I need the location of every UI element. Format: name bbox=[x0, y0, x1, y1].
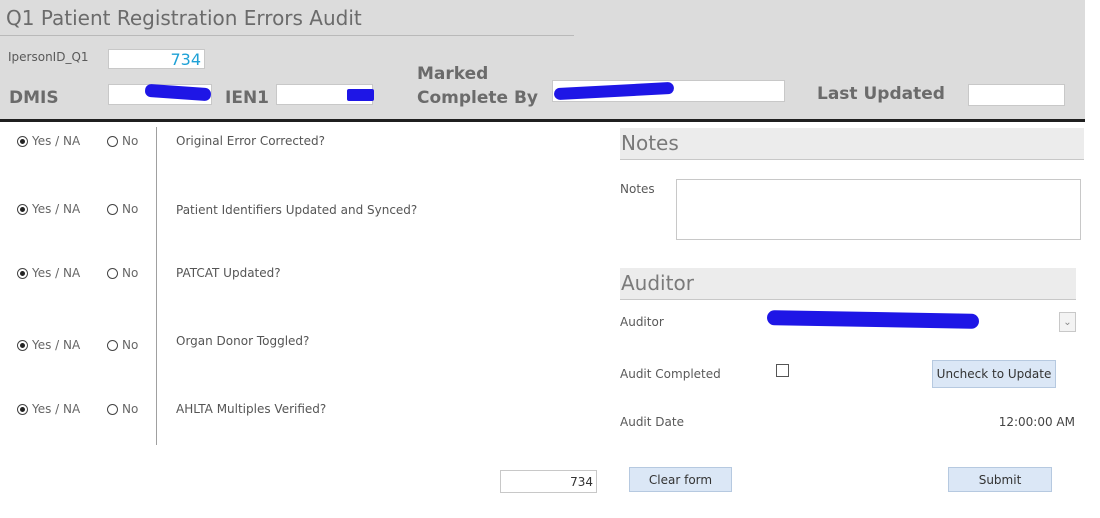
q5-yes-option[interactable]: Yes / NA bbox=[17, 401, 80, 417]
ipersonid-value: 734 bbox=[170, 50, 201, 69]
q4-yes-radio[interactable] bbox=[17, 339, 28, 351]
q5-yes-radio[interactable] bbox=[17, 403, 28, 415]
last-updated-field[interactable] bbox=[968, 84, 1065, 106]
q4-question: Organ Donor Toggled? bbox=[176, 334, 310, 348]
q4-no-label: No bbox=[122, 338, 139, 352]
auditor-label: Auditor bbox=[620, 315, 664, 329]
header-divider bbox=[0, 119, 1085, 122]
audit-date-label: Audit Date bbox=[620, 415, 684, 429]
uncheck-to-update-button[interactable]: Uncheck to Update bbox=[932, 360, 1056, 388]
q2-no-label: No bbox=[122, 202, 139, 216]
audit-date-value: 12:00:00 AM bbox=[998, 415, 1075, 429]
q4-yes-option[interactable]: Yes / NA bbox=[17, 337, 80, 353]
q3-yes-radio[interactable] bbox=[17, 267, 28, 279]
ipersonid-label: IpersonID_Q1 bbox=[8, 50, 89, 64]
q2-yes-label: Yes / NA bbox=[32, 202, 81, 216]
audit-completed-label: Audit Completed bbox=[620, 367, 721, 381]
ien1-redaction bbox=[347, 89, 374, 101]
q4-yes-label: Yes / NA bbox=[32, 338, 81, 352]
q1-yes-radio[interactable] bbox=[17, 135, 28, 147]
last-updated-label: Last Updated bbox=[817, 84, 945, 104]
audit-completed-checkbox[interactable] bbox=[776, 364, 789, 377]
marked-complete-label-2: Complete By bbox=[417, 88, 539, 108]
q1-no-label: No bbox=[122, 134, 139, 148]
marked-complete-label-1: Marked bbox=[417, 64, 489, 84]
ien1-label: IEN1 bbox=[225, 88, 269, 108]
q2-no-option[interactable]: No bbox=[107, 201, 138, 217]
q2-yes-option[interactable]: Yes / NA bbox=[17, 201, 80, 217]
q3-question: PATCAT Updated? bbox=[176, 266, 281, 280]
record-id-value: 734 bbox=[570, 475, 593, 489]
submit-button[interactable]: Submit bbox=[948, 467, 1052, 492]
q1-no-option[interactable]: No bbox=[107, 133, 138, 149]
q2-yes-radio[interactable] bbox=[17, 203, 28, 215]
title-underline bbox=[0, 35, 574, 36]
questions-divider bbox=[156, 127, 157, 445]
q2-no-radio[interactable] bbox=[107, 203, 118, 215]
q1-yes-label: Yes / NA bbox=[32, 134, 81, 148]
auditor-heading: Auditor bbox=[620, 268, 1076, 300]
q2-question: Patient Identifiers Updated and Synced? bbox=[176, 203, 418, 217]
chevron-down-icon[interactable]: ⌄ bbox=[1059, 312, 1076, 332]
notes-label: Notes bbox=[620, 182, 655, 196]
ipersonid-field[interactable]: 734 bbox=[108, 49, 205, 69]
q1-no-radio[interactable] bbox=[107, 135, 118, 147]
q5-no-radio[interactable] bbox=[107, 403, 118, 415]
auditor-redaction bbox=[766, 310, 980, 329]
record-id-field[interactable]: 734 bbox=[500, 470, 597, 493]
q3-no-label: No bbox=[122, 266, 139, 280]
q3-no-radio[interactable] bbox=[107, 267, 118, 279]
q5-yes-label: Yes / NA bbox=[32, 402, 81, 416]
notes-textarea[interactable] bbox=[676, 179, 1081, 240]
q3-no-option[interactable]: No bbox=[107, 265, 138, 281]
q5-no-label: No bbox=[122, 402, 139, 416]
notes-heading: Notes bbox=[620, 128, 1084, 160]
clear-form-button[interactable]: Clear form bbox=[629, 467, 732, 492]
dmis-label: DMIS bbox=[9, 88, 59, 108]
q3-yes-option[interactable]: Yes / NA bbox=[17, 265, 80, 281]
q3-yes-label: Yes / NA bbox=[32, 266, 81, 280]
q4-no-radio[interactable] bbox=[107, 339, 118, 351]
q5-question: AHLTA Multiples Verified? bbox=[176, 402, 327, 416]
q1-yes-option[interactable]: Yes / NA bbox=[17, 133, 80, 149]
q1-question: Original Error Corrected? bbox=[176, 134, 326, 148]
q5-no-option[interactable]: No bbox=[107, 401, 138, 417]
q4-no-option[interactable]: No bbox=[107, 337, 138, 353]
page-title: Q1 Patient Registration Errors Audit bbox=[6, 6, 362, 30]
